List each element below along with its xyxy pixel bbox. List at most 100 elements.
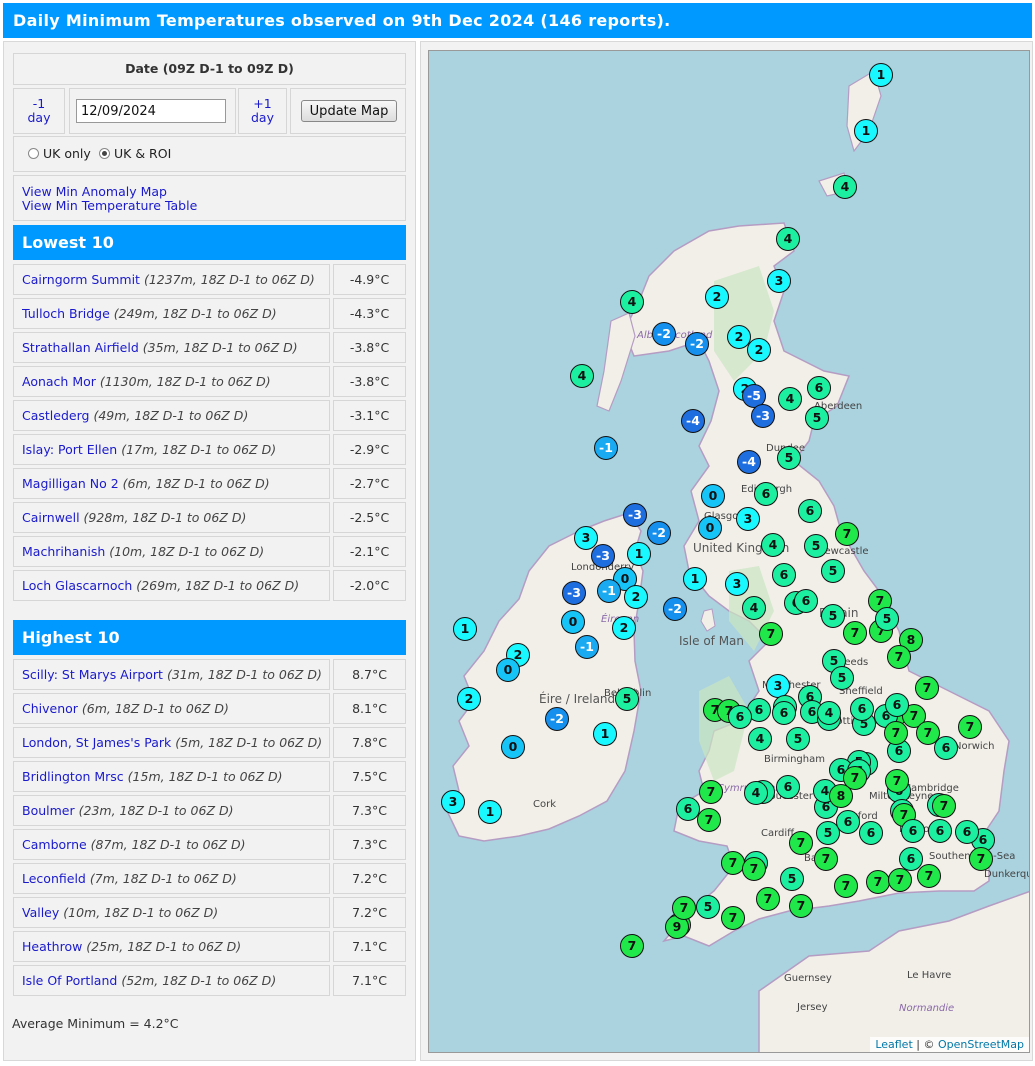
temperature-marker[interactable]: -1 bbox=[597, 579, 621, 603]
temperature-marker[interactable]: 7 bbox=[697, 808, 721, 832]
temperature-marker[interactable]: 6 bbox=[836, 810, 860, 834]
temperature-marker[interactable]: 7 bbox=[969, 847, 993, 871]
temperature-marker[interactable]: 7 bbox=[885, 769, 909, 793]
temperature-marker[interactable]: 1 bbox=[869, 63, 893, 87]
temperature-marker[interactable]: 6 bbox=[928, 819, 952, 843]
temperature-marker[interactable]: -4 bbox=[681, 409, 705, 433]
temperature-marker[interactable]: 3 bbox=[736, 507, 760, 531]
temperature-marker[interactable]: 1 bbox=[683, 567, 707, 591]
temperature-marker[interactable]: 7 bbox=[699, 780, 723, 804]
temperature-marker[interactable]: 7 bbox=[672, 896, 696, 920]
temperature-marker[interactable]: 6 bbox=[885, 693, 909, 717]
temperature-marker[interactable]: 4 bbox=[778, 387, 802, 411]
temperature-marker[interactable]: -3 bbox=[623, 503, 647, 527]
temperature-marker[interactable]: 0 bbox=[698, 516, 722, 540]
temperature-marker[interactable]: -4 bbox=[737, 450, 761, 474]
uk-only-radio[interactable] bbox=[28, 148, 39, 159]
station-link[interactable]: Bridlington Mrsc bbox=[22, 769, 124, 784]
temperature-marker[interactable]: 7 bbox=[835, 522, 859, 546]
temperature-marker[interactable]: -2 bbox=[545, 707, 569, 731]
date-input[interactable] bbox=[76, 99, 226, 123]
temperature-marker[interactable]: 1 bbox=[453, 617, 477, 641]
temperature-table-link[interactable]: View Min Temperature Table bbox=[22, 198, 197, 213]
temperature-marker[interactable]: 7 bbox=[742, 857, 766, 881]
temperature-marker[interactable]: 3 bbox=[767, 269, 791, 293]
temperature-marker[interactable]: 5 bbox=[777, 446, 801, 470]
temperature-marker[interactable]: 6 bbox=[807, 376, 831, 400]
temperature-marker[interactable]: 7 bbox=[866, 870, 890, 894]
temperature-marker[interactable]: 7 bbox=[834, 874, 858, 898]
station-link[interactable]: Cairngorm Summit bbox=[22, 272, 140, 287]
temperature-marker[interactable]: 1 bbox=[854, 119, 878, 143]
temperature-marker[interactable]: 2 bbox=[747, 338, 771, 362]
temperature-marker[interactable]: 5 bbox=[821, 559, 845, 583]
leaflet-link[interactable]: Leaflet bbox=[875, 1038, 912, 1051]
update-map-button[interactable]: Update Map bbox=[301, 100, 397, 122]
temperature-marker[interactable]: 7 bbox=[915, 676, 939, 700]
temperature-marker[interactable]: 6 bbox=[859, 821, 883, 845]
temperature-marker[interactable]: 6 bbox=[798, 499, 822, 523]
temperature-marker[interactable]: 6 bbox=[901, 819, 925, 843]
station-link[interactable]: Leconfield bbox=[22, 871, 86, 886]
temperature-marker[interactable]: 1 bbox=[593, 722, 617, 746]
station-link[interactable]: Scilly: St Marys Airport bbox=[22, 667, 163, 682]
temperature-marker[interactable]: 4 bbox=[817, 701, 841, 725]
temperature-marker[interactable]: 6 bbox=[728, 705, 752, 729]
temperature-marker[interactable]: -1 bbox=[575, 635, 599, 659]
station-link[interactable]: Machrihanish bbox=[22, 544, 105, 559]
temperature-marker[interactable]: 7 bbox=[843, 621, 867, 645]
temperature-marker[interactable]: 5 bbox=[804, 534, 828, 558]
temperature-marker[interactable]: 5 bbox=[805, 406, 829, 430]
station-link[interactable]: Tulloch Bridge bbox=[22, 306, 110, 321]
station-link[interactable]: Boulmer bbox=[22, 803, 75, 818]
temperature-marker[interactable]: 7 bbox=[888, 868, 912, 892]
temperature-marker[interactable]: 0 bbox=[501, 735, 525, 759]
temperature-marker[interactable]: -3 bbox=[751, 404, 775, 428]
temperature-map[interactable]: AberdeenDundeeEdinburghGlasgowUnited Kin… bbox=[428, 50, 1030, 1053]
temperature-marker[interactable]: 7 bbox=[917, 864, 941, 888]
temperature-marker[interactable]: 5 bbox=[875, 607, 899, 631]
temperature-marker[interactable]: 6 bbox=[754, 482, 778, 506]
temperature-marker[interactable]: 6 bbox=[772, 563, 796, 587]
station-link[interactable]: Islay: Port Ellen bbox=[22, 442, 117, 457]
temperature-marker[interactable]: 5 bbox=[696, 895, 720, 919]
temperature-marker[interactable]: -2 bbox=[685, 332, 709, 356]
station-link[interactable]: Chivenor bbox=[22, 701, 78, 716]
temperature-marker[interactable]: 7 bbox=[814, 847, 838, 871]
temperature-marker[interactable]: 2 bbox=[457, 687, 481, 711]
temperature-marker[interactable]: 4 bbox=[620, 290, 644, 314]
station-link[interactable]: Valley bbox=[22, 905, 59, 920]
temperature-marker[interactable]: 7 bbox=[932, 794, 956, 818]
temperature-marker[interactable]: 7 bbox=[916, 721, 940, 745]
temperature-marker[interactable]: 4 bbox=[761, 533, 785, 557]
temperature-marker[interactable]: 6 bbox=[794, 589, 818, 613]
temperature-marker[interactable]: 6 bbox=[772, 701, 796, 725]
temperature-marker[interactable]: 7 bbox=[759, 622, 783, 646]
temperature-marker[interactable]: 3 bbox=[725, 572, 749, 596]
station-link[interactable]: Loch Glascarnoch bbox=[22, 578, 132, 593]
temperature-marker[interactable]: -2 bbox=[647, 521, 671, 545]
temperature-marker[interactable]: 4 bbox=[776, 227, 800, 251]
temperature-marker[interactable]: -2 bbox=[663, 597, 687, 621]
temperature-marker[interactable]: 7 bbox=[789, 894, 813, 918]
temperature-marker[interactable]: 6 bbox=[955, 820, 979, 844]
temperature-marker[interactable]: -3 bbox=[562, 581, 586, 605]
temperature-marker[interactable]: 5 bbox=[821, 604, 845, 628]
temperature-marker[interactable]: 2 bbox=[705, 285, 729, 309]
previous-day-link[interactable]: -1 day bbox=[13, 88, 65, 134]
temperature-marker[interactable]: 8 bbox=[829, 784, 853, 808]
temperature-marker[interactable]: 7 bbox=[887, 645, 911, 669]
station-link[interactable]: Strathallan Airfield bbox=[22, 340, 139, 355]
station-link[interactable]: Camborne bbox=[22, 837, 87, 852]
temperature-marker[interactable]: 4 bbox=[744, 781, 768, 805]
station-link[interactable]: London, St James's Park bbox=[22, 735, 171, 750]
osm-link[interactable]: OpenStreetMap bbox=[938, 1038, 1024, 1051]
temperature-marker[interactable]: 7 bbox=[789, 831, 813, 855]
temperature-marker[interactable]: 6 bbox=[850, 697, 874, 721]
temperature-marker[interactable]: 4 bbox=[748, 727, 772, 751]
temperature-marker[interactable]: 7 bbox=[721, 906, 745, 930]
uk-roi-radio[interactable] bbox=[99, 148, 110, 159]
temperature-marker[interactable]: 5 bbox=[615, 687, 639, 711]
station-link[interactable]: Isle Of Portland bbox=[22, 973, 117, 988]
temperature-marker[interactable]: 4 bbox=[833, 175, 857, 199]
